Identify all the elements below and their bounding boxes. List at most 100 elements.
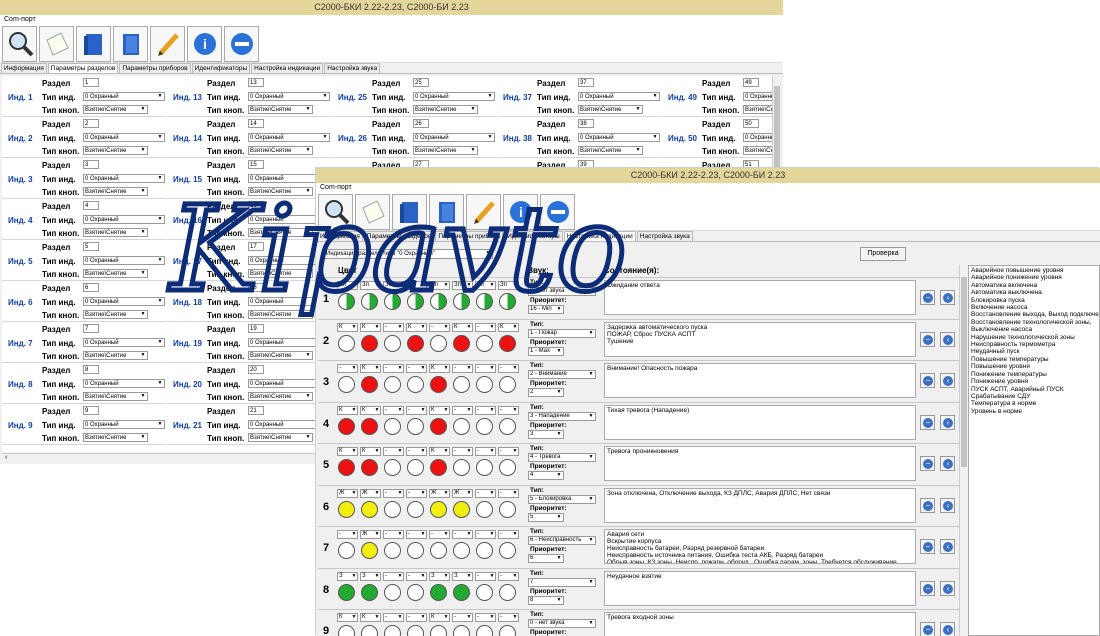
event-item[interactable]: Аварийное понижение уровня — [971, 274, 1097, 281]
event-item[interactable]: Температура в норме — [971, 400, 1097, 407]
sound-type-select[interactable]: 1 - Пожар ▼ — [528, 328, 596, 338]
tip-ind-select[interactable]: 0 Охранный▼ — [83, 379, 165, 388]
check-button[interactable]: Проверка — [860, 247, 906, 261]
razdel-input[interactable]: 38 — [578, 119, 594, 128]
tip-ind-select[interactable]: 0 Охранный▼ — [83, 215, 165, 224]
event-item[interactable]: Восстановление выхода, Выход подключен — [971, 311, 1099, 318]
razdel-input[interactable]: 4 — [83, 201, 99, 210]
color-select[interactable]: К ▼ — [429, 613, 450, 622]
color-select[interactable]: Ж ▼ — [429, 488, 450, 498]
razdel-input[interactable]: 8 — [83, 365, 99, 374]
razdel-input[interactable]: 5 — [83, 242, 99, 251]
color-select[interactable]: - ▼ — [452, 405, 473, 415]
add-state-button[interactable]: ‹ — [940, 373, 955, 388]
sound-type-select[interactable]: 5 - Блокировка ▼ — [528, 494, 596, 504]
remove-state-button[interactable]: − — [920, 331, 935, 347]
color-select[interactable]: - ▼ — [452, 530, 473, 539]
event-item[interactable]: Срабатывание СДУ — [971, 393, 1097, 400]
color-select[interactable]: К ▼ — [429, 447, 450, 456]
event-item[interactable]: Автоматика выключена — [971, 289, 1097, 296]
tip-knop-select[interactable]: Взятие\Снятие▼ — [83, 269, 148, 278]
sound-type-select[interactable]: 2 - Внимание ▼ — [528, 370, 596, 379]
tip-ind-select[interactable]: 0 Охранный▼ — [83, 420, 165, 429]
menu-com-port[interactable]: Com-порт — [4, 16, 36, 23]
tip-knop-select[interactable]: Взятие\Снятие▼ — [83, 310, 148, 319]
event-item[interactable]: Неудачный пуск — [971, 348, 1097, 355]
tip-knop-select[interactable]: Взятие\Снятие▼ — [743, 105, 772, 114]
search-tool-button[interactable] — [2, 25, 37, 62]
razdel-input[interactable]: 14 — [248, 119, 264, 128]
color-select[interactable]: К ▼ — [360, 447, 381, 456]
color-select[interactable]: - ▼ — [475, 447, 496, 456]
color-select[interactable]: - ▼ — [383, 488, 404, 498]
color-select[interactable]: - ▼ — [429, 530, 450, 539]
tip-ind-select[interactable]: 0 Охранный▼ — [413, 92, 495, 101]
tip-ind-select[interactable]: 0 Охранный▼ — [83, 92, 165, 101]
razdel-input[interactable]: 49 — [743, 78, 759, 87]
tab-4[interactable]: Настройка индикации — [251, 63, 324, 73]
exit-tool-button[interactable] — [224, 25, 259, 62]
remove-state-button[interactable]: − — [920, 539, 935, 554]
priority-select[interactable]: 5 ▼ — [528, 512, 564, 522]
color-select[interactable]: - ▼ — [498, 447, 519, 456]
color-select[interactable]: - ▼ — [406, 488, 427, 498]
color-select[interactable]: - ▼ — [475, 571, 496, 581]
tip-knop-select[interactable]: Взятие\Снятие▼ — [83, 187, 148, 196]
color-select[interactable]: К ▼ — [429, 405, 450, 415]
add-state-button[interactable]: ‹ — [940, 414, 955, 430]
razdel-input[interactable]: 50 — [743, 119, 759, 128]
sound-type-select[interactable]: 6 - Неисправность ▼ — [528, 536, 596, 545]
event-item[interactable]: Автоматика включена — [971, 282, 1097, 289]
color-select[interactable]: - ▼ — [475, 613, 496, 622]
edit-tool-button[interactable] — [150, 25, 185, 62]
tip-ind-select[interactable]: 0 Охранный▼ — [83, 133, 165, 142]
color-select[interactable]: К ▼ — [360, 364, 381, 373]
tip-ind-select[interactable]: 0 Охранный▼ — [578, 133, 660, 142]
razdel-input[interactable]: 3 — [83, 160, 99, 169]
razdel-input[interactable]: 2 — [83, 119, 99, 128]
add-state-button[interactable]: ‹ — [940, 497, 955, 513]
color-select[interactable]: З ▼ — [337, 571, 358, 581]
tip-ind-select[interactable]: 0 Охранный▼ — [83, 338, 165, 347]
new-tool-button[interactable] — [39, 25, 74, 62]
color-select[interactable]: З ▼ — [429, 571, 450, 581]
sound-type-select[interactable]: 3 - Нападение ▼ — [528, 411, 596, 421]
event-item[interactable]: ПУСК АСПТ, Аварийный ПУСК — [971, 386, 1097, 393]
tab-5[interactable]: Настройка звука — [324, 63, 381, 73]
razdel-input[interactable]: 21 — [248, 406, 264, 415]
tip-ind-select[interactable]: 0 Охранный▼ — [83, 256, 165, 265]
color-select[interactable]: - ▼ — [498, 405, 519, 415]
info-tool-button[interactable]: i — [187, 25, 222, 62]
color-select[interactable]: Ж ▼ — [452, 488, 473, 498]
color-select[interactable]: - ▼ — [475, 405, 496, 415]
tab-3[interactable]: Идентификаторы — [191, 63, 251, 73]
save-tool-button[interactable] — [113, 25, 148, 62]
remove-state-button[interactable]: − — [920, 580, 935, 596]
razdel-input[interactable]: 25 — [413, 78, 429, 87]
tab-2[interactable]: Параметры приборов — [119, 63, 191, 73]
event-item[interactable]: Понижение уровня — [971, 378, 1097, 385]
color-select[interactable]: - ▼ — [337, 530, 358, 539]
color-select[interactable]: З ▼ — [452, 571, 473, 581]
color-select[interactable]: - ▼ — [475, 364, 496, 373]
color-select[interactable]: Ж ▼ — [360, 488, 381, 498]
remove-state-button[interactable]: − — [920, 414, 935, 430]
open-tool-button[interactable] — [76, 25, 111, 62]
sound-type-select[interactable]: 7 ▼ — [528, 577, 596, 587]
remove-state-button[interactable]: − — [920, 456, 935, 471]
tip-ind-select[interactable]: 0 Охранный▼ — [743, 92, 772, 101]
remove-state-button[interactable]: − — [920, 622, 935, 636]
tip-knop-select[interactable]: Взятие\Снятие▼ — [248, 433, 313, 442]
event-item[interactable]: Нарушение технологической зоны — [971, 334, 1097, 341]
color-select[interactable]: - ▼ — [498, 613, 519, 622]
scroll-thumb[interactable] — [961, 277, 967, 467]
color-select[interactable]: К ▼ — [337, 613, 358, 622]
razdel-input[interactable]: 13 — [248, 78, 264, 87]
scroll-left-icon[interactable]: ‹ — [2, 454, 7, 461]
add-state-button[interactable]: ‹ — [940, 456, 955, 471]
remove-state-button[interactable]: − — [920, 373, 935, 388]
color-select[interactable]: - ▼ — [383, 530, 404, 539]
color-select[interactable]: - ▼ — [452, 447, 473, 456]
tip-ind-select[interactable]: 0 Охранный▼ — [413, 133, 495, 142]
sound-type-select[interactable]: 4 - Тревога ▼ — [528, 453, 596, 462]
